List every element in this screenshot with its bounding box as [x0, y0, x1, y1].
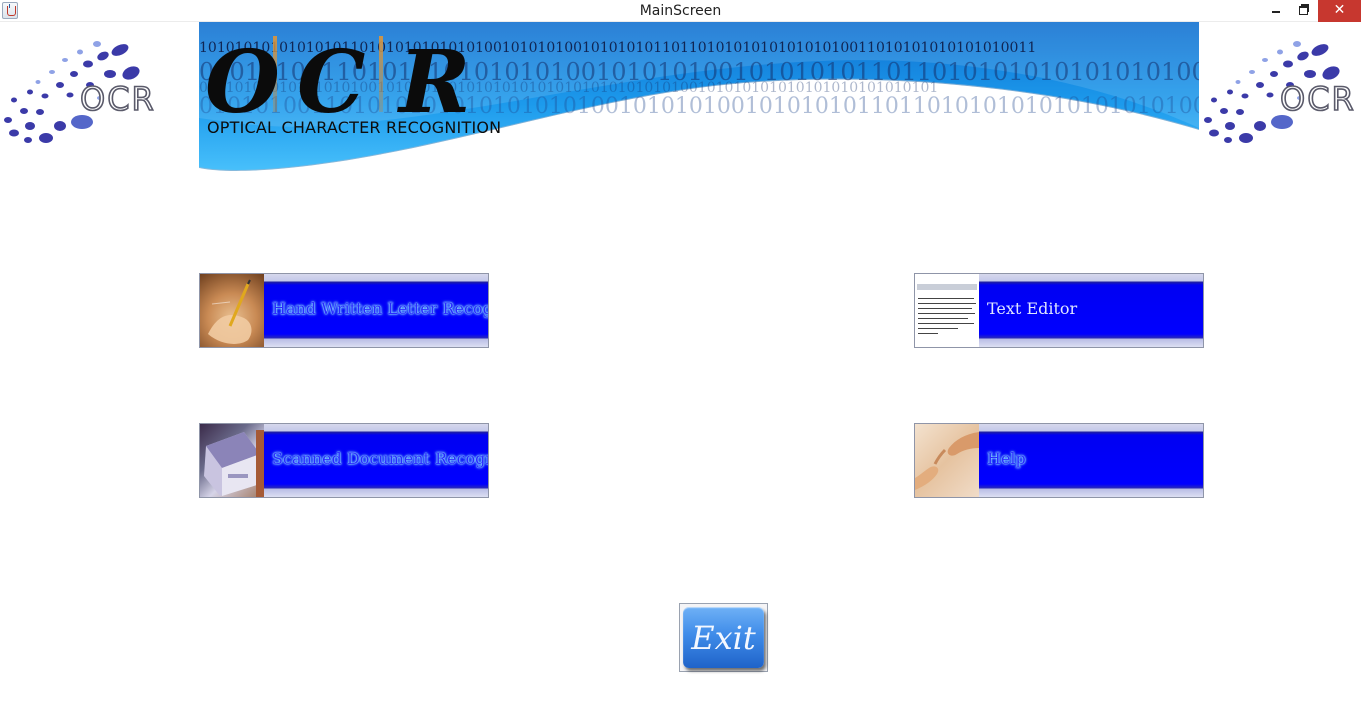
ocr-logo-text: OCR [1279, 79, 1356, 119]
helping-hands-image [915, 424, 979, 497]
ocr-logo-left: OCR [0, 40, 190, 150]
help-button[interactable]: Help [914, 423, 1204, 498]
ocr-logo-right: OCR [1200, 40, 1361, 150]
exit-button[interactable]: Exit [679, 603, 768, 672]
scanner-image [200, 424, 264, 497]
exit-label: Exit [691, 619, 756, 657]
text-editor-label: Text Editor [987, 299, 1078, 318]
help-label: Help [987, 449, 1026, 468]
hand-written-recognition-label: Hand Written Letter Recognition [272, 299, 489, 318]
text-document-image [915, 274, 979, 347]
window-titlebar: MainScreen ✕ [0, 0, 1361, 22]
ocr-banner: 1010101010101010110101010101010100101010… [199, 22, 1199, 174]
hand-writing-image [200, 274, 264, 347]
minimize-button[interactable] [1262, 0, 1290, 22]
scanned-document-recognition-button[interactable]: Scanned Document Recognition [199, 423, 489, 498]
maximize-button[interactable] [1289, 0, 1317, 22]
window-title: MainScreen [639, 3, 722, 19]
hand-written-recognition-button[interactable]: Hand Written Letter Recognition [199, 273, 489, 348]
ocr-logo-text: OCR [79, 79, 156, 119]
banner-subtitle: OPTICAL CHARACTER RECOGNITION [207, 118, 502, 137]
close-button[interactable]: ✕ [1318, 0, 1361, 22]
banner-accent-bar [379, 36, 383, 112]
scanned-document-recognition-label: Scanned Document Recognition [272, 449, 488, 468]
text-editor-button[interactable]: Text Editor [914, 273, 1204, 348]
